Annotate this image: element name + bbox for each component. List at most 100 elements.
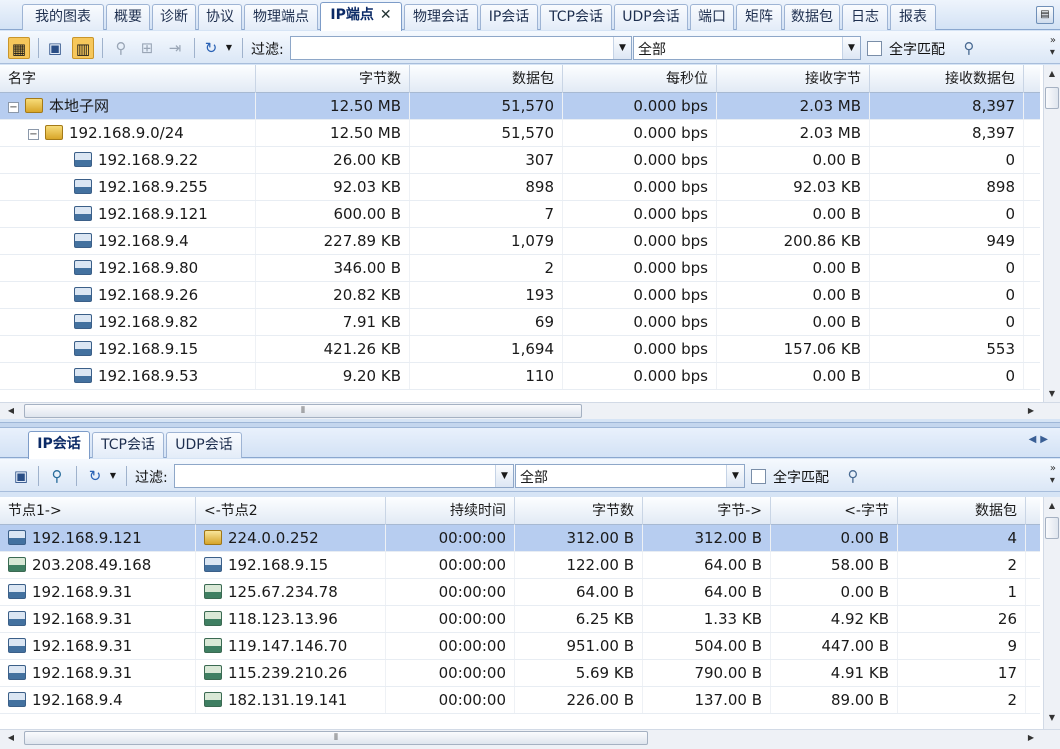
go-icon[interactable]: ⇥: [164, 37, 186, 59]
toolbar-overflow-icon[interactable]: » ▾: [1050, 463, 1056, 487]
column-header-node2[interactable]: <-节点2: [196, 497, 386, 525]
tab-diagnosis[interactable]: 诊断: [152, 4, 196, 30]
refresh-icon[interactable]: ↻: [84, 465, 106, 487]
bps-cell: 0.000 bps: [563, 174, 717, 200]
tab-physical-sessions[interactable]: 物理会话: [404, 4, 478, 30]
add-filter-icon[interactable]: ⚲: [46, 465, 68, 487]
table-row[interactable]: 192.168.9.121 600.00 B 7 0.000 bps 0.00 B0: [0, 201, 1040, 228]
tab-ip-sessions[interactable]: IP会话: [480, 4, 538, 30]
table-row[interactable]: 192.168.9.4 227.89 KB 1,079 0.000 bps 200.86…: [0, 228, 1040, 255]
chevron-down-icon[interactable]: ▼: [842, 37, 860, 59]
table-row[interactable]: 192.168.9.121 224.0.0.252 00:00:00 312.00 B…: [0, 525, 1040, 552]
filter-input[interactable]: ▼: [290, 36, 632, 60]
bytes-cell: 92.03 KB: [256, 174, 410, 200]
toolbar-overflow-icon[interactable]: » ▾: [1050, 35, 1056, 59]
tab-tcp-sessions[interactable]: TCP会话: [540, 4, 612, 30]
tab-packets[interactable]: 数据包: [784, 4, 840, 30]
column-header-bps[interactable]: 每秒位: [563, 65, 717, 93]
scroll-up-icon[interactable]: ▲: [1044, 67, 1060, 81]
scroll-right-icon[interactable]: ▶: [1024, 403, 1038, 419]
endpoints-vertical-scrollbar[interactable]: ▲ ▼: [1043, 65, 1060, 405]
table-row[interactable]: 192.168.9.4 182.131.19.141 00:00:00 226.00 …: [0, 687, 1040, 714]
table-row[interactable]: 192.168.9.82 7.91 KB 69 0.000 bps 0.00 B0: [0, 309, 1040, 336]
table-row[interactable]: 192.168.9.22 26.00 KB 307 0.000 bps 0.00 B0: [0, 147, 1040, 174]
table-row[interactable]: 192.168.9.15 421.26 KB 1,694 0.000 bps 157.0…: [0, 336, 1040, 363]
tab-ports[interactable]: 端口: [690, 4, 734, 30]
column-header-packets[interactable]: 数据包: [898, 497, 1026, 525]
table-row[interactable]: 192.168.9.31 119.147.146.70 00:00:00 951.00…: [0, 633, 1040, 660]
tab-physical-endpoints[interactable]: 物理端点: [244, 4, 318, 30]
column-header-bytes-in[interactable]: <-字节: [771, 497, 898, 525]
table-row[interactable]: 203.208.49.168 192.168.9.15 00:00:00 122.00…: [0, 552, 1040, 579]
tab-my-charts[interactable]: 我的图表: [22, 4, 104, 30]
tab-reports[interactable]: 报表: [890, 4, 936, 30]
save-icon[interactable]: ▣: [44, 37, 66, 59]
column-header-duration[interactable]: 持续时间: [386, 497, 515, 525]
collapse-icon[interactable]: −: [28, 129, 39, 140]
column-header-bytes[interactable]: 字节数: [515, 497, 643, 525]
refresh-dropdown-icon[interactable]: ▼: [222, 37, 236, 59]
table-row[interactable]: − 本地子网 12.50 MB 51,570 0.000 bps 2.03 MB 8,397: [0, 93, 1040, 120]
tab-log[interactable]: 日志: [842, 4, 888, 30]
column-header-rx-bytes[interactable]: 接收字节: [717, 65, 870, 93]
tab-matrix[interactable]: 矩阵: [736, 4, 782, 30]
tab-scroll-arrows-icon[interactable]: ◀▶: [1029, 434, 1052, 445]
scrollbar-thumb[interactable]: [1045, 517, 1059, 539]
chevron-down-icon[interactable]: ▼: [495, 465, 513, 487]
chevron-down-icon[interactable]: ▼: [613, 37, 631, 59]
tab-tcp-sessions-bottom[interactable]: TCP会话: [92, 432, 164, 458]
column-header-packets[interactable]: 数据包: [410, 65, 563, 93]
scroll-left-icon[interactable]: ◀: [4, 403, 18, 419]
collapse-icon[interactable]: −: [8, 102, 19, 113]
refresh-dropdown-icon[interactable]: ▼: [106, 465, 120, 487]
window-menu-icon[interactable]: ▤: [1036, 6, 1054, 24]
table-row[interactable]: 192.168.9.80 346.00 B 2 0.000 bps 0.00 B0: [0, 255, 1040, 282]
whole-word-checkbox[interactable]: [751, 469, 766, 484]
save-icon[interactable]: ▣: [10, 465, 32, 487]
table-row[interactable]: 192.168.9.53 9.20 KB 110 0.000 bps 0.00 B0: [0, 363, 1040, 390]
scrollbar-thumb[interactable]: ⦀: [24, 404, 582, 418]
table-row[interactable]: 192.168.9.31 115.239.210.26 00:00:00 5.69 K…: [0, 660, 1040, 687]
tab-ip-sessions-bottom[interactable]: IP会话: [28, 431, 90, 459]
table-row[interactable]: 192.168.9.255 92.03 KB 898 0.000 bps 92.03 K…: [0, 174, 1040, 201]
tab-udp-sessions[interactable]: UDP会话: [614, 4, 688, 30]
whole-word-checkbox[interactable]: [867, 41, 882, 56]
duration-cell: 00:00:00: [386, 687, 515, 713]
table-row[interactable]: 192.168.9.31 118.123.13.96 00:00:00 6.25 KB…: [0, 606, 1040, 633]
scrollbar-thumb[interactable]: ⦀: [24, 731, 648, 745]
column-header-bytes-out[interactable]: 字节->: [643, 497, 771, 525]
endpoints-horizontal-scrollbar[interactable]: ◀ ⦀ ▶: [0, 402, 1060, 419]
close-icon[interactable]: ✕: [380, 7, 392, 23]
refresh-icon[interactable]: ↻: [200, 37, 222, 59]
tab-protocol[interactable]: 协议: [198, 4, 242, 30]
scope-select[interactable]: 全部 ▼: [633, 36, 861, 60]
tab-ip-endpoints[interactable]: IP端点 ✕: [320, 2, 402, 31]
column-header-bytes[interactable]: 字节数: [256, 65, 410, 93]
chevron-down-icon[interactable]: ▼: [726, 465, 744, 487]
tab-udp-sessions-bottom[interactable]: UDP会话: [166, 432, 242, 458]
tab-summary[interactable]: 概要: [106, 4, 150, 30]
scroll-right-icon[interactable]: ▶: [1024, 730, 1038, 746]
search-icon[interactable]: ⚲: [958, 37, 980, 59]
table-row[interactable]: 192.168.9.31 125.67.234.78 00:00:00 64.00 B…: [0, 579, 1040, 606]
scroll-down-icon[interactable]: ▼: [1044, 711, 1060, 725]
filter-input[interactable]: ▼: [174, 464, 514, 488]
search-icon[interactable]: ⚲: [842, 465, 864, 487]
node-view-icon[interactable]: ▥: [72, 37, 94, 59]
sessions-vertical-scrollbar[interactable]: ▲ ▼: [1043, 497, 1060, 729]
duration-cell: 00:00:00: [386, 633, 515, 659]
scope-select[interactable]: 全部 ▼: [515, 464, 745, 488]
add-filter-icon[interactable]: ⊞: [136, 37, 158, 59]
table-row[interactable]: 192.168.9.26 20.82 KB 193 0.000 bps 0.00 B0: [0, 282, 1040, 309]
filter-icon[interactable]: ⚲: [110, 37, 132, 59]
column-header-name[interactable]: 名字: [0, 65, 256, 93]
scroll-left-icon[interactable]: ◀: [4, 730, 18, 746]
column-header-rx-packets[interactable]: 接收数据包: [870, 65, 1024, 93]
scroll-down-icon[interactable]: ▼: [1044, 387, 1060, 401]
tree-view-icon[interactable]: ▦: [8, 37, 30, 59]
sessions-horizontal-scrollbar[interactable]: ◀ ⦀ ▶: [0, 729, 1060, 749]
scroll-up-icon[interactable]: ▲: [1044, 499, 1060, 513]
table-row[interactable]: − 192.168.9.0/24 12.50 MB 51,570 0.000 bps 2.…: [0, 120, 1040, 147]
scrollbar-thumb[interactable]: [1045, 87, 1059, 109]
column-header-node1[interactable]: 节点1->: [0, 497, 196, 525]
